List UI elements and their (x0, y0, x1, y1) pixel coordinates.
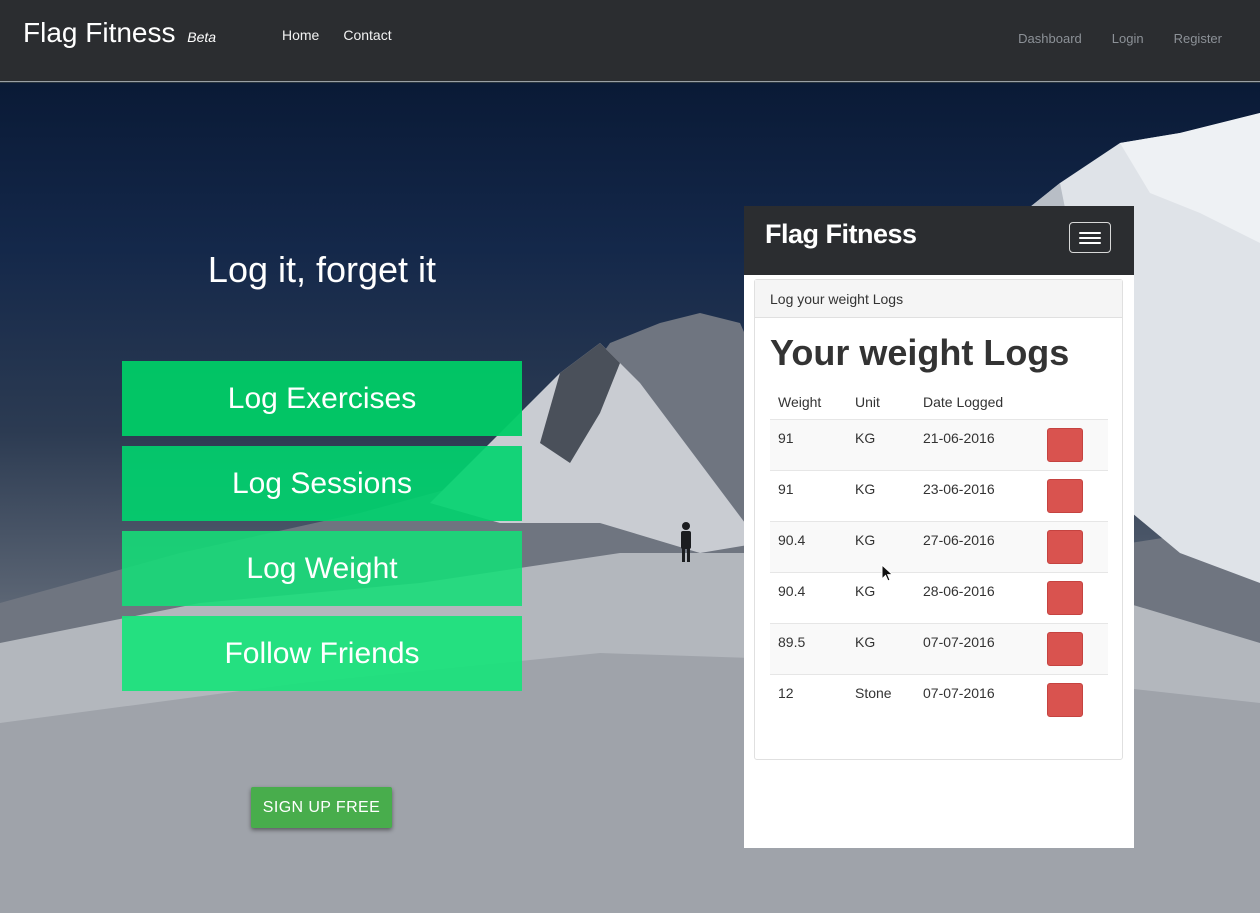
log-weight-button[interactable]: Log Weight (122, 531, 522, 606)
weight-cell: 91 (770, 470, 847, 522)
table-row: 12 Stone 07-07-2016 (770, 674, 1108, 725)
hero-headline: Log it, forget it (207, 249, 437, 290)
delete-button[interactable] (1047, 580, 1083, 615)
unit-cell: Stone (855, 684, 892, 701)
table-header-row: Weight Unit Date Logged (770, 384, 1108, 420)
beta-badge: Beta (187, 29, 217, 45)
unit-cell: KG (847, 623, 915, 675)
date-cell: 27-06-2016 (915, 521, 1039, 573)
top-navbar: Flag Fitness Beta Home Contact Dashboard… (0, 0, 1260, 82)
brand-logo[interactable]: Flag Fitness Beta (23, 17, 216, 49)
delete-button[interactable] (1047, 427, 1083, 462)
weight-cell: 90.4 (770, 572, 847, 624)
column-header-weight: Weight (770, 384, 847, 420)
weight-logs-table: Weight Unit Date Logged 91 KG 21-06-2016… (770, 384, 1108, 725)
mobile-brand[interactable]: Flag Fitness (765, 219, 917, 250)
unit-cell: KG (847, 470, 915, 522)
date-cell: 28-06-2016 (915, 572, 1039, 624)
mouse-cursor-icon (881, 564, 894, 582)
delete-button[interactable] (1047, 682, 1083, 717)
weight-cell: 91 (770, 419, 847, 471)
column-header-unit: Unit (847, 384, 915, 420)
table-row: 91 KG 23-06-2016 (770, 470, 1108, 522)
weight-cell: 12 (778, 684, 794, 701)
delete-button[interactable] (1047, 478, 1083, 513)
table-row: 90.4 KG 28-06-2016 (770, 572, 1108, 624)
mobile-navbar: Flag Fitness (744, 206, 1134, 275)
date-cell: 23-06-2016 (915, 470, 1039, 522)
log-sessions-button[interactable]: Log Sessions (122, 446, 522, 521)
weight-logs-panel: Log your weight Logs Your weight Logs We… (754, 279, 1123, 760)
weight-cell: 90.4 (770, 521, 847, 573)
delete-button[interactable] (1047, 631, 1083, 666)
column-header-date: Date Logged (915, 384, 1039, 420)
unit-cell: KG (847, 419, 915, 471)
date-cell: 21-06-2016 (915, 419, 1039, 471)
table-row: 89.5 KG 07-07-2016 (770, 623, 1108, 675)
nav-home-link[interactable]: Home (282, 27, 319, 43)
nav-dashboard-link[interactable]: Dashboard (1018, 31, 1082, 46)
delete-button[interactable] (1047, 529, 1083, 564)
account-nav: Dashboard Login Register (1018, 31, 1222, 46)
table-row: 90.4 KG 27-06-2016 (770, 521, 1108, 573)
sign-up-free-button[interactable]: SIGN UP FREE (251, 787, 392, 828)
log-exercises-button[interactable]: Log Exercises (122, 361, 522, 436)
follow-friends-button[interactable]: Follow Friends (122, 616, 522, 691)
panel-heading: Log your weight Logs (755, 280, 1122, 318)
hamburger-menu-icon[interactable] (1069, 222, 1111, 253)
weight-cell: 89.5 (770, 623, 847, 675)
nav-login-link[interactable]: Login (1112, 31, 1144, 46)
mobile-preview: Flag Fitness Log your weight Logs Your w… (744, 206, 1134, 848)
nav-contact-link[interactable]: Contact (343, 27, 391, 43)
table-row: 91 KG 21-06-2016 (770, 419, 1108, 471)
primary-nav: Home Contact (282, 27, 392, 43)
brand-name: Flag Fitness (23, 17, 176, 48)
nav-register-link[interactable]: Register (1174, 31, 1222, 46)
column-header-actions (1039, 384, 1108, 420)
date-cell: 07-07-2016 (923, 684, 995, 701)
date-cell: 07-07-2016 (915, 623, 1039, 675)
page-title: Your weight Logs (770, 332, 1070, 373)
